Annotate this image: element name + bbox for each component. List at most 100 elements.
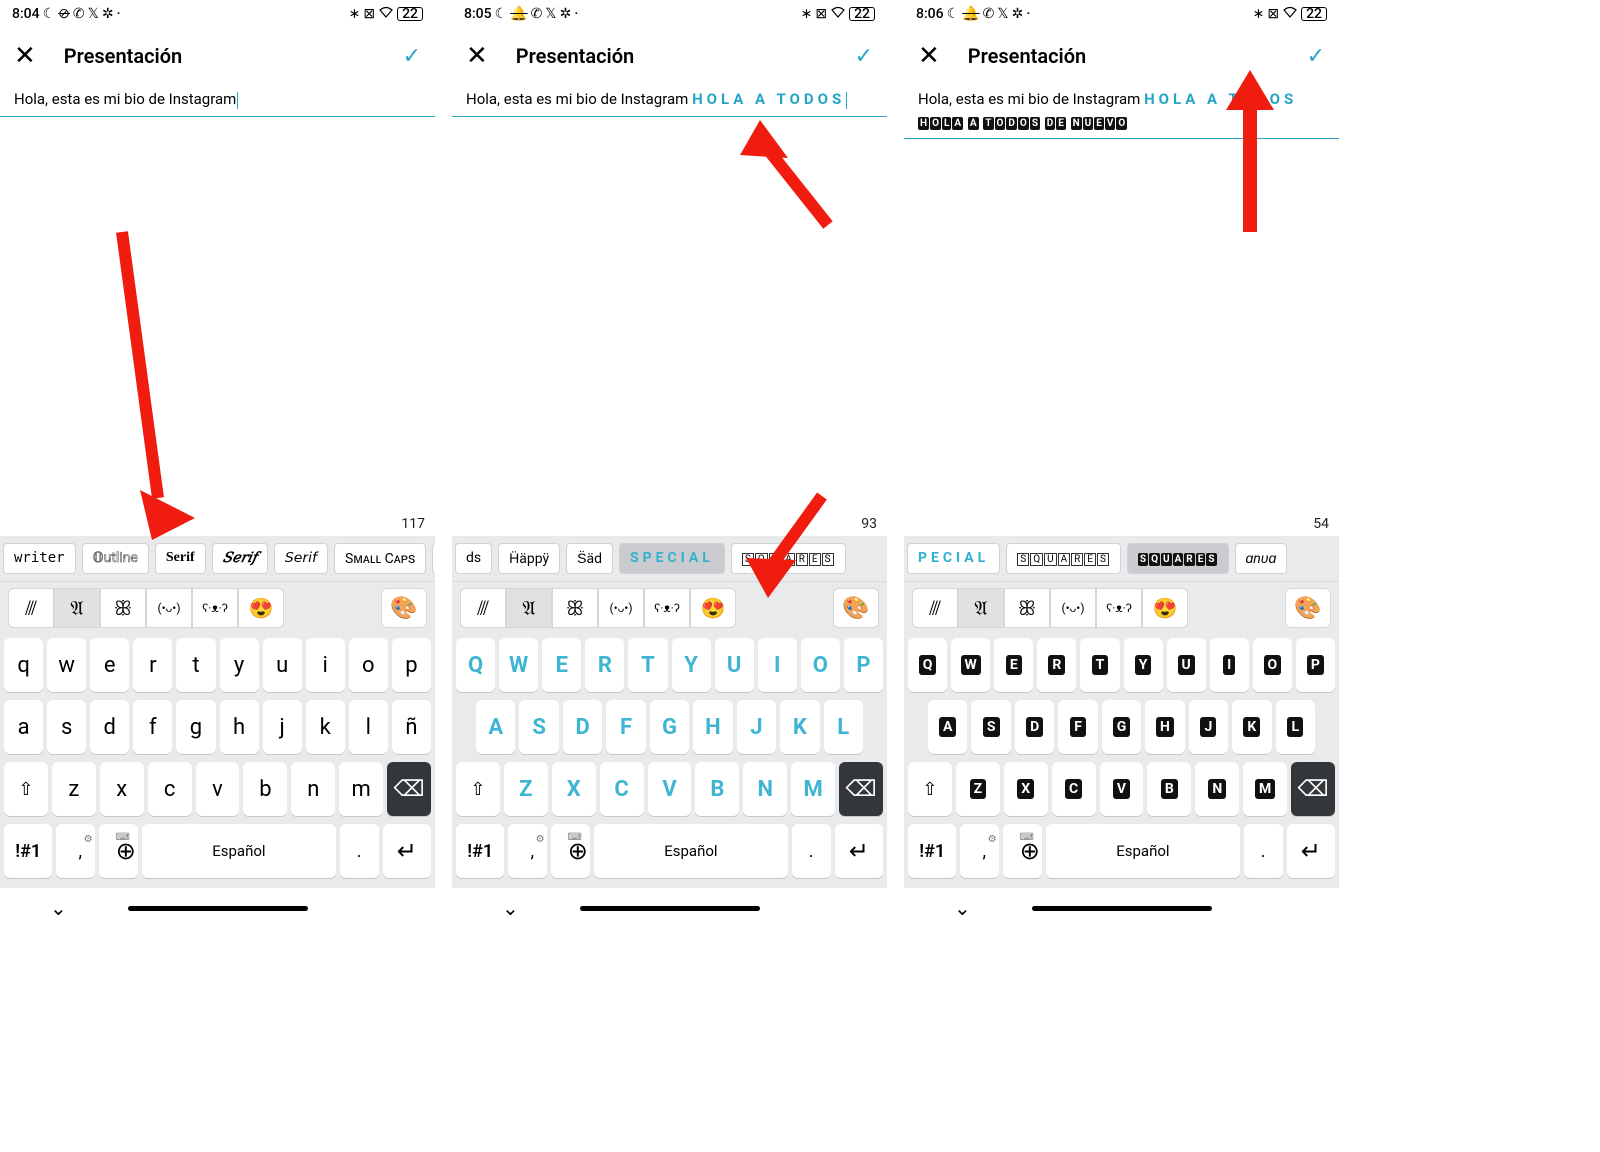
space-key[interactable]: Español <box>1046 824 1240 878</box>
shift-key[interactable]: ⇧ <box>908 762 952 816</box>
font-style-row[interactable]: PECIAL SQUARES SQUARES ɑnʋɑ <box>904 536 1339 582</box>
palette-icon[interactable]: 🎨 <box>1285 588 1331 628</box>
key-c[interactable]: c <box>148 762 192 816</box>
key-x[interactable]: X <box>1004 762 1048 816</box>
globe-key[interactable]: ⌨⊕ <box>99 824 138 878</box>
key-j[interactable]: J <box>1189 700 1228 754</box>
font-chip[interactable]: 𝘚𝘦𝘳𝘪𝘧 <box>274 543 328 574</box>
enter-key[interactable]: ↵ <box>383 824 431 878</box>
key-l[interactable]: L <box>824 700 863 754</box>
font-chip[interactable]: S̈äd <box>566 543 613 574</box>
key-h[interactable]: H <box>1145 700 1184 754</box>
key-p[interactable]: P <box>844 638 883 692</box>
key-w[interactable]: W <box>951 638 990 692</box>
confirm-icon[interactable]: ✓ <box>1307 44 1325 69</box>
share-icon[interactable]: ⫻ <box>460 588 506 628</box>
key-a[interactable]: a <box>4 700 43 754</box>
font-style-row[interactable]: ds Ḧäppÿ S̈äd SPECIAL SQUARES <box>452 536 887 582</box>
period-key[interactable]: . <box>1244 824 1283 878</box>
globe-key[interactable]: ⌨⊕ <box>1003 824 1042 878</box>
key-a[interactable]: A <box>476 700 515 754</box>
bio-input[interactable]: Hola, esta es mi bio de Instagram <box>0 84 435 117</box>
font-chip[interactable]: PECIAL <box>907 543 1000 574</box>
kaomoji-icon[interactable]: (•ᴗ•) <box>146 588 192 628</box>
key-u[interactable]: u <box>263 638 302 692</box>
key-b[interactable]: B <box>695 762 739 816</box>
key-n[interactable]: N <box>743 762 787 816</box>
key-q[interactable]: Q <box>456 638 495 692</box>
key-t[interactable]: T <box>628 638 667 692</box>
key-v[interactable]: V <box>648 762 692 816</box>
key-z[interactable]: z <box>52 762 96 816</box>
font-chip[interactable]: Sᴍᴀʟʟ Cᴀᴘs <box>334 543 426 574</box>
key-r[interactable]: r <box>133 638 172 692</box>
close-icon[interactable]: ✕ <box>14 41 36 71</box>
key-e[interactable]: E <box>542 638 581 692</box>
key-o[interactable]: O <box>801 638 840 692</box>
clover-icon[interactable]: ꕥ <box>1004 588 1050 628</box>
key-b[interactable]: b <box>243 762 287 816</box>
key-k[interactable]: k <box>306 700 345 754</box>
numeric-key[interactable]: !#1 <box>456 824 504 878</box>
key-j[interactable]: j <box>263 700 302 754</box>
key-h[interactable]: h <box>220 700 259 754</box>
font-chip[interactable]: 𝑆𝑒𝑟𝑖𝑓 <box>212 543 268 574</box>
emoji-icon[interactable]: 😍 <box>690 588 736 628</box>
key-i[interactable]: I <box>758 638 797 692</box>
key-d[interactable]: D <box>1015 700 1054 754</box>
emoji-icon[interactable]: 😍 <box>238 588 284 628</box>
key-j[interactable]: J <box>737 700 776 754</box>
enter-key[interactable]: ↵ <box>835 824 883 878</box>
bear-icon[interactable]: ʕ·ᴥ·ʔ <box>644 588 690 628</box>
key-o[interactable]: o <box>349 638 388 692</box>
palette-icon[interactable]: 🎨 <box>833 588 879 628</box>
key-y[interactable]: Y <box>672 638 711 692</box>
share-icon[interactable]: ⫻ <box>912 588 958 628</box>
key-t[interactable]: T <box>1080 638 1119 692</box>
kaomoji-icon[interactable]: (•ᴗ•) <box>598 588 644 628</box>
key-c[interactable]: C <box>1052 762 1096 816</box>
shift-key[interactable]: ⇧ <box>456 762 500 816</box>
font-chip[interactable]: SQUARES <box>1006 543 1121 574</box>
key-enye[interactable]: ñ <box>392 700 431 754</box>
font-icon[interactable]: 𝔄 <box>958 588 1004 628</box>
font-chip[interactable]: ɑnʋɑ <box>1235 543 1288 574</box>
key-n[interactable]: N <box>1195 762 1239 816</box>
globe-key[interactable]: ⌨⊕ <box>551 824 590 878</box>
key-a[interactable]: A <box>928 700 967 754</box>
key-z[interactable]: Z <box>956 762 1000 816</box>
key-s[interactable]: S <box>971 700 1010 754</box>
palette-icon[interactable]: 🎨 <box>381 588 427 628</box>
space-key[interactable]: Español <box>142 824 336 878</box>
font-chip[interactable]: 𝕆utline <box>82 543 149 574</box>
key-m[interactable]: m <box>339 762 383 816</box>
key-f[interactable]: F <box>1058 700 1097 754</box>
period-key[interactable]: . <box>340 824 379 878</box>
home-indicator[interactable] <box>580 906 760 911</box>
backspace-key[interactable]: ⌫ <box>839 762 883 816</box>
font-chip[interactable]: Serif <box>155 543 206 574</box>
backspace-key[interactable]: ⌫ <box>1291 762 1335 816</box>
key-f[interactable]: F <box>606 700 645 754</box>
font-chip-selected[interactable]: SPECIAL <box>619 543 725 574</box>
key-w[interactable]: w <box>47 638 86 692</box>
key-y[interactable]: Y <box>1124 638 1163 692</box>
emoji-icon[interactable]: 😍 <box>1142 588 1188 628</box>
key-d[interactable]: d <box>90 700 129 754</box>
key-t[interactable]: t <box>176 638 215 692</box>
key-k[interactable]: K <box>1232 700 1271 754</box>
kaomoji-icon[interactable]: (•ᴗ•) <box>1050 588 1096 628</box>
chevron-down-icon[interactable]: ⌄ <box>502 896 519 920</box>
confirm-icon[interactable]: ✓ <box>855 44 873 69</box>
home-indicator[interactable] <box>1032 906 1212 911</box>
comma-key[interactable]: ⚙, <box>56 824 95 878</box>
key-w[interactable]: W <box>499 638 538 692</box>
key-u[interactable]: U <box>1167 638 1206 692</box>
key-g[interactable]: G <box>650 700 689 754</box>
key-f[interactable]: f <box>133 700 172 754</box>
chevron-down-icon[interactable]: ⌄ <box>50 896 67 920</box>
numeric-key[interactable]: !#1 <box>908 824 956 878</box>
key-z[interactable]: Z <box>504 762 548 816</box>
key-e[interactable]: E <box>994 638 1033 692</box>
key-i[interactable]: i <box>306 638 345 692</box>
